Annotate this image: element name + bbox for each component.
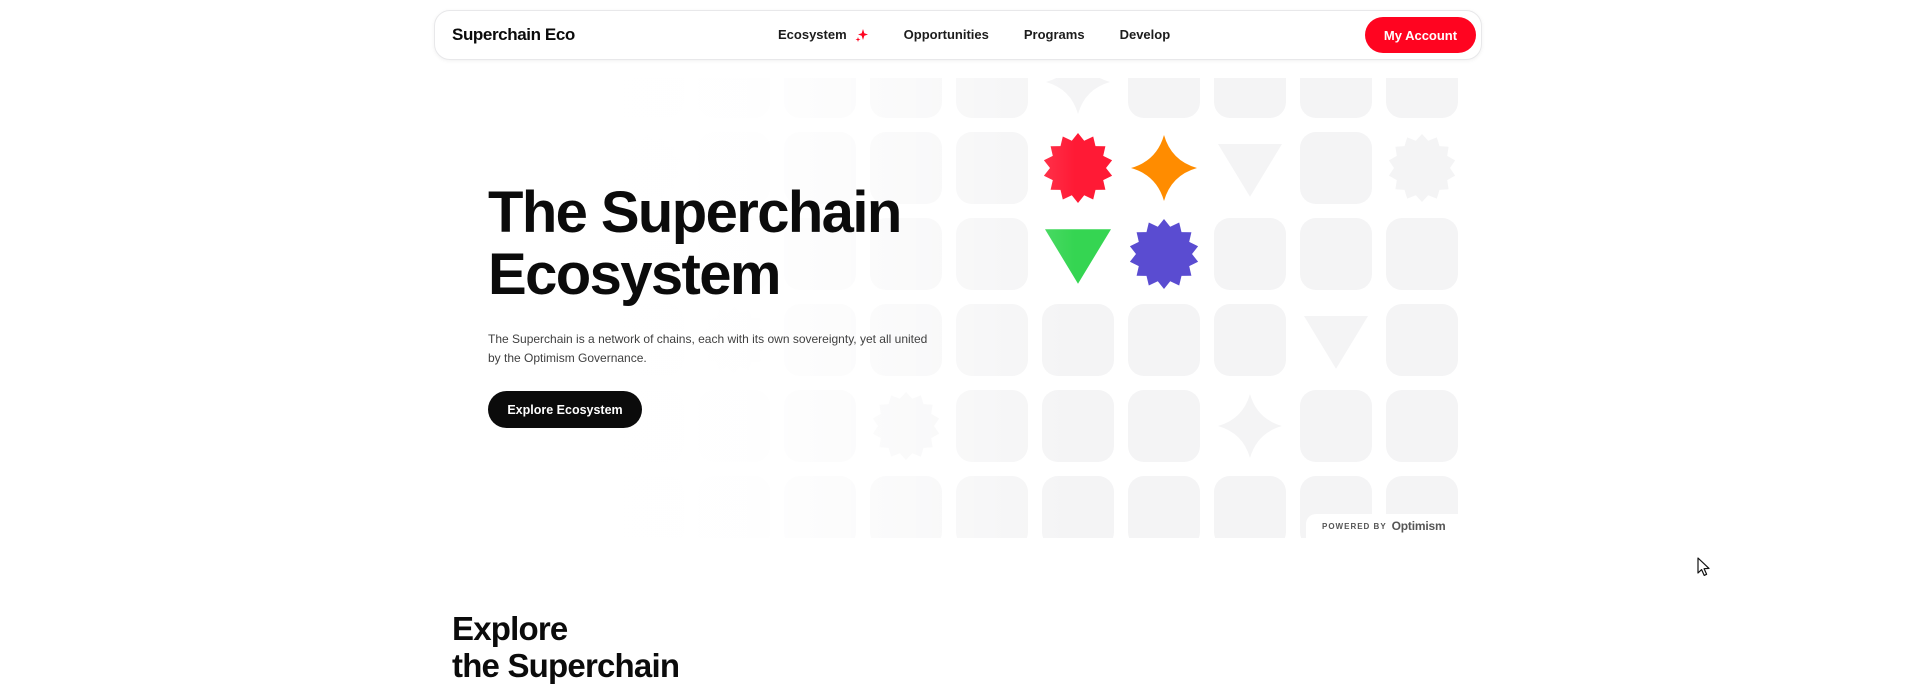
grid-tile bbox=[784, 390, 856, 462]
grid-tile bbox=[698, 390, 770, 462]
grid-tile bbox=[526, 476, 598, 538]
hero-shape-grid bbox=[440, 78, 1458, 538]
cursor-icon bbox=[1697, 557, 1710, 576]
grid-tile bbox=[1300, 390, 1372, 462]
orange-diamond-shape bbox=[1131, 135, 1197, 201]
grid-tile bbox=[1128, 78, 1200, 118]
brand-logo[interactable]: Superchain Eco bbox=[452, 25, 575, 45]
grid-tile bbox=[784, 78, 856, 118]
red-star-shape bbox=[1043, 133, 1113, 203]
grid-tile bbox=[1214, 304, 1286, 376]
grid-tile bbox=[956, 304, 1028, 376]
grid-tile bbox=[956, 390, 1028, 462]
grid-tile bbox=[1214, 476, 1286, 538]
explore-section-title: Explore the Superchain bbox=[452, 610, 680, 684]
grid-tile bbox=[1042, 304, 1114, 376]
grid-tile bbox=[1214, 218, 1286, 290]
faint-diamond-shape bbox=[1046, 78, 1110, 114]
grid-tile bbox=[1300, 132, 1372, 204]
grid-tile bbox=[870, 78, 942, 118]
nav-link-opportunities[interactable]: Opportunities bbox=[904, 27, 989, 42]
grid-tile bbox=[526, 78, 598, 118]
purple-star-shape bbox=[1129, 219, 1199, 289]
faint-triangle-shape bbox=[1218, 144, 1282, 197]
grid-tile bbox=[1386, 390, 1458, 462]
nav-link-programs[interactable]: Programs bbox=[1024, 27, 1085, 42]
hero-description: The Superchain is a network of chains, e… bbox=[488, 332, 928, 365]
grid-tile bbox=[956, 78, 1028, 118]
powered-by-label: POWERED BY bbox=[1322, 521, 1387, 531]
grid-tile bbox=[784, 476, 856, 538]
grid-tile bbox=[870, 476, 942, 538]
nav-links: Ecosystem Opportunities Programs Develop bbox=[778, 27, 1205, 42]
faint-diamond-shape bbox=[1218, 394, 1282, 458]
grid-tile bbox=[1300, 218, 1372, 290]
hero-title: The Superchain Ecosystem bbox=[488, 182, 1008, 306]
faint-star-shape bbox=[872, 392, 940, 460]
explore-title-line-1: Explore bbox=[452, 610, 568, 647]
grid-tile bbox=[1300, 78, 1372, 118]
powered-by-badge[interactable]: POWERED BY Optimism bbox=[1306, 514, 1464, 538]
grid-tile bbox=[1386, 304, 1458, 376]
grid-tile bbox=[956, 476, 1028, 538]
grid-tile bbox=[1386, 78, 1458, 118]
top-navbar: Superchain Eco Ecosystem Opportunities P… bbox=[434, 10, 1482, 60]
faint-star-shape bbox=[1388, 134, 1456, 202]
my-account-button[interactable]: My Account bbox=[1365, 17, 1476, 53]
nav-link-ecosystem-label: Ecosystem bbox=[778, 27, 847, 42]
grid-tile bbox=[612, 78, 684, 118]
sparkle-icon bbox=[855, 28, 868, 42]
grid-tile bbox=[440, 476, 512, 538]
grid-tile bbox=[698, 78, 770, 118]
explore-ecosystem-button[interactable]: Explore Ecosystem bbox=[488, 391, 642, 428]
grid-tile bbox=[440, 78, 512, 118]
hero-title-line-1: The Superchain bbox=[488, 180, 902, 245]
grid-tile bbox=[1128, 476, 1200, 538]
explore-title-line-2: the Superchain bbox=[452, 647, 680, 684]
green-triangle-shape bbox=[1045, 229, 1111, 284]
optimism-logo: Optimism bbox=[1391, 519, 1446, 533]
grid-tile bbox=[1042, 476, 1114, 538]
grid-tile bbox=[1128, 390, 1200, 462]
faint-triangle-shape bbox=[1304, 316, 1368, 369]
grid-tile bbox=[1042, 390, 1114, 462]
grid-tile bbox=[612, 476, 684, 538]
hero-title-line-2: Ecosystem bbox=[488, 242, 781, 307]
nav-link-ecosystem[interactable]: Ecosystem bbox=[778, 27, 869, 42]
grid-tile bbox=[1214, 78, 1286, 118]
grid-tile bbox=[1128, 304, 1200, 376]
nav-link-develop[interactable]: Develop bbox=[1120, 27, 1171, 42]
grid-tile bbox=[698, 476, 770, 538]
grid-tile bbox=[1386, 218, 1458, 290]
